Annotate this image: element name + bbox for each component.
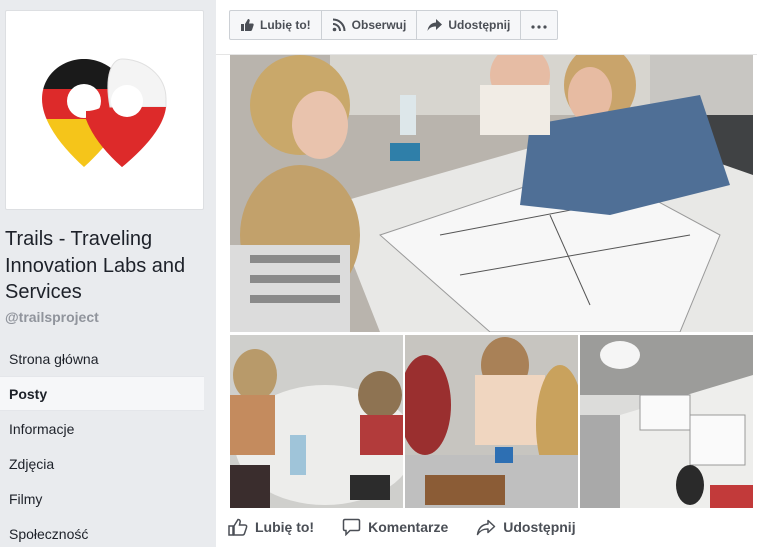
page-action-bar: Lubię to! Obserwuj Udostępnij [229,10,559,40]
thumbs-up-outline-icon [228,518,248,536]
trails-logo [42,58,167,167]
nav-item-posts[interactable]: Posty [0,376,204,411]
post-actions: Lubię to! Komentarze Udostępnij [228,518,604,536]
share-page-label: Udostępnij [448,18,511,32]
rss-icon [332,18,346,32]
more-options-button[interactable] [520,10,559,40]
page-sidebar: Trails - Traveling Innovation Labs and S… [0,0,216,547]
page-handle[interactable]: @trailsproject [5,309,99,325]
nav-item-photos[interactable]: Zdjęcia [0,446,216,481]
ellipsis-icon [531,18,547,32]
post-photo-main[interactable] [230,55,753,332]
post-photo-thumb-1[interactable] [230,335,403,508]
nav-item-home[interactable]: Strona główna [0,341,216,376]
nav-item-info[interactable]: Informacje [0,411,216,446]
page-nav: Strona główna Posty Informacje Zdjęcia F… [0,341,216,547]
share-post-label: Udostępnij [503,519,576,535]
post-photo-thumb-2[interactable] [405,335,578,508]
post-photo-thumb-3[interactable] [580,335,753,508]
share-page-button[interactable]: Udostępnij [416,10,522,40]
comment-bubble-icon [342,518,361,536]
post-photo-grid [230,55,753,508]
share-post-button[interactable]: Udostępnij [476,518,576,536]
share-arrow-outline-icon [476,519,496,536]
thumbs-up-icon [240,18,254,32]
follow-button[interactable]: Obserwuj [320,10,418,40]
profile-picture[interactable] [5,10,204,210]
nav-item-community[interactable]: Społeczność [0,516,216,547]
comment-button[interactable]: Komentarze [342,518,448,536]
like-page-button[interactable]: Lubię to! [229,10,322,40]
share-arrow-icon [427,18,443,32]
nav-item-videos[interactable]: Filmy [0,481,216,516]
main-column: Lubię to! Obserwuj Udostępnij Lubię to! … [216,0,757,547]
like-page-label: Lubię to! [260,18,311,32]
comment-label: Komentarze [368,519,449,535]
follow-label: Obserwuj [351,18,407,32]
like-post-button[interactable]: Lubię to! [228,518,314,536]
page-title[interactable]: Trails - Traveling Innovation Labs and S… [5,226,210,306]
like-post-label: Lubię to! [255,519,315,535]
